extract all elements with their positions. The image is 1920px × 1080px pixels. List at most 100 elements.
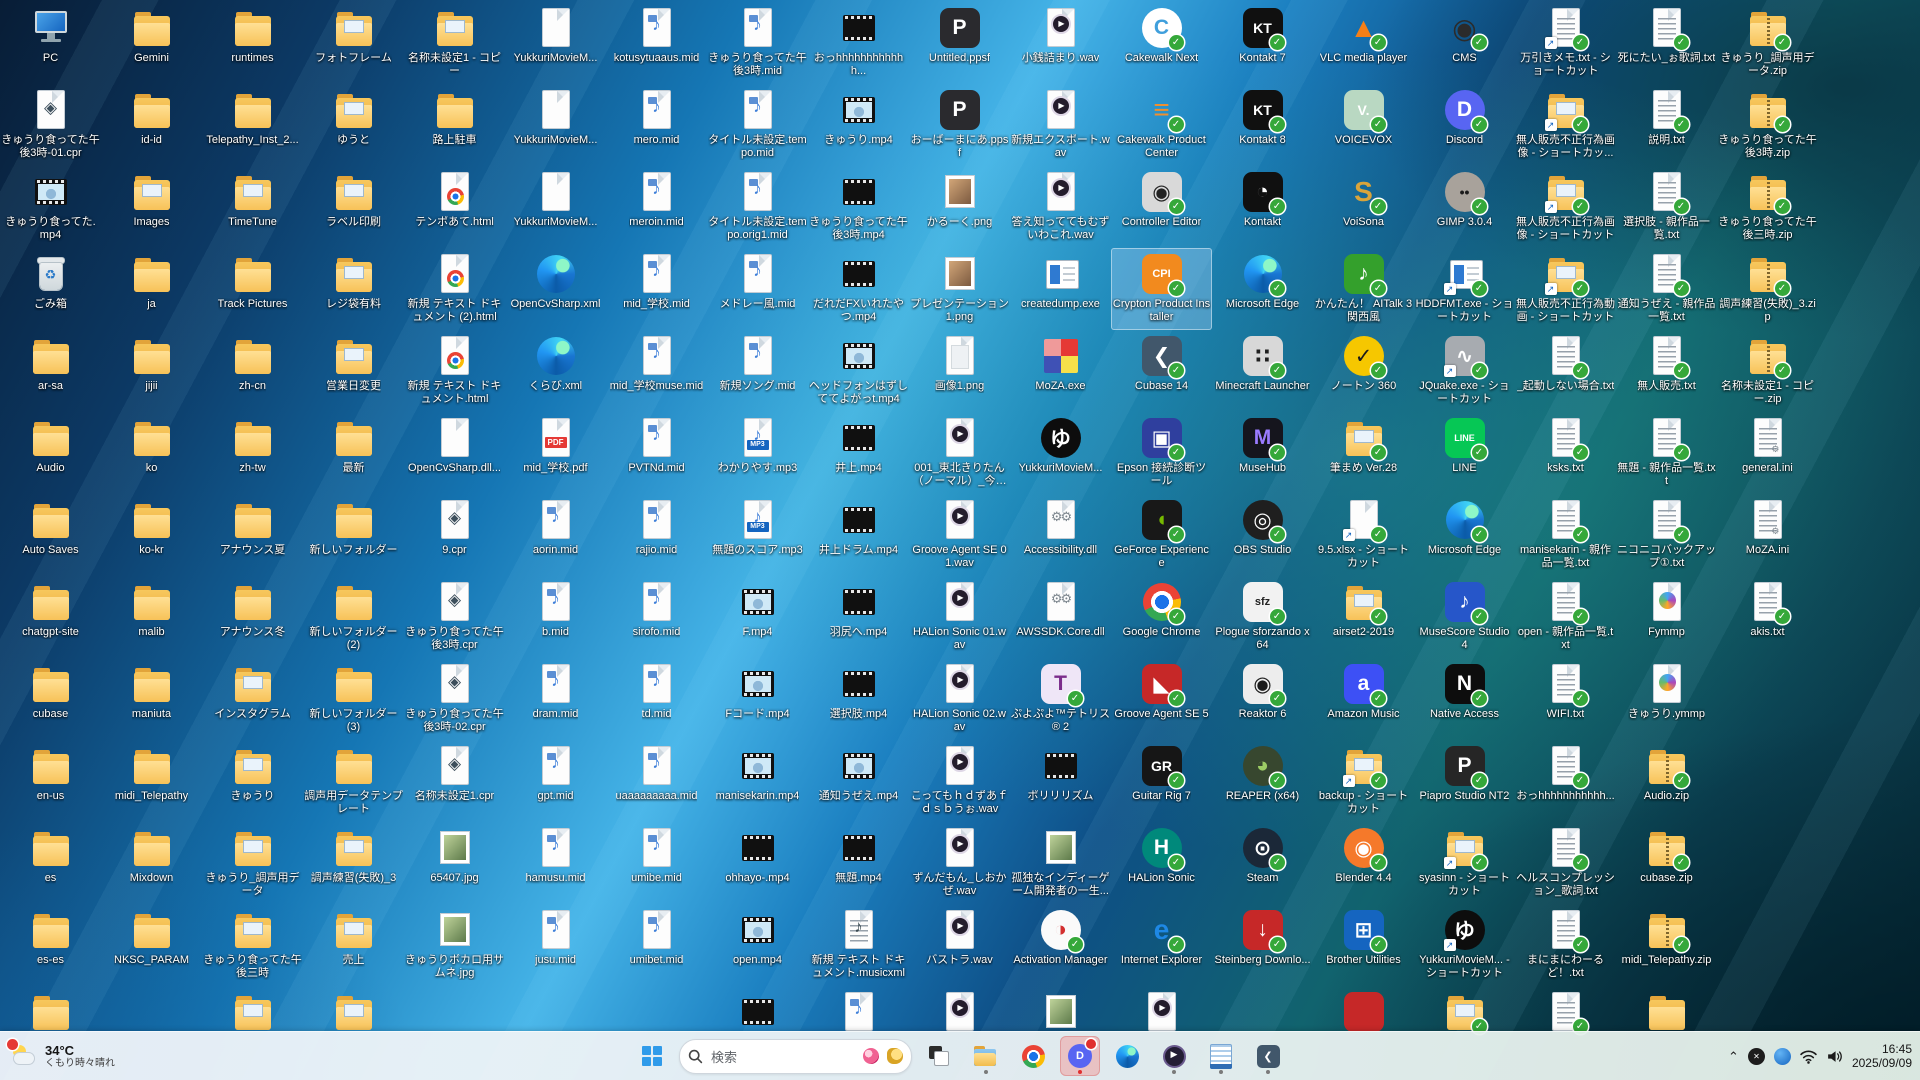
desktop-icon[interactable]: ✓ヘルスコンプレッション_歌詞.txt <box>1515 822 1616 904</box>
desktop-icon[interactable]: ▶バストラ.wav <box>909 904 1010 986</box>
desktop-icon[interactable]: runtimes <box>202 2 303 84</box>
desktop-icon[interactable]: ✓manisekarin - 親作品一覧.txt <box>1515 494 1616 576</box>
desktop-icon[interactable]: Pおーばーまにあ.ppsf <box>909 84 1010 166</box>
desktop-icon[interactable]: ∷✓Minecraft Launcher <box>1212 330 1313 412</box>
desktop-icon[interactable]: CPI✓Crypton Product Installer <box>1111 248 1212 330</box>
desktop-icon[interactable]: ♪kotusytuaaus.mid <box>606 2 707 84</box>
volume-icon[interactable] <box>1826 1049 1843 1064</box>
desktop-icon[interactable]: midi_Telepathy <box>101 740 202 822</box>
desktop-icon[interactable]: 無題.mp4 <box>808 822 909 904</box>
desktop-icon[interactable]: ♪meroin.mid <box>606 166 707 248</box>
desktop-icon[interactable]: ↓✓Steinberg Downlo... <box>1212 904 1313 986</box>
desktop-icon[interactable]: ♪きゅうり食ってた午後3時.mid <box>707 2 808 84</box>
desktop-icon[interactable]: ⚙MoZA.ini <box>1717 494 1818 576</box>
desktop-icon[interactable]: 新しいフォルダー <box>303 494 404 576</box>
desktop-icon[interactable]: きゅうり.ymmp <box>1616 658 1717 740</box>
desktop-icon[interactable]: ♪PVTNd.mid <box>606 412 707 494</box>
desktop-icon[interactable]: ポリリリズム <box>1010 740 1111 822</box>
desktop-icon[interactable]: ♪dram.mid <box>505 658 606 740</box>
desktop-icon[interactable]: ◈名称未設定1.cpr <box>404 740 505 822</box>
desktop-icon[interactable]: ohhayo-.mp4 <box>707 822 808 904</box>
desktop-icon[interactable]: きゅうりボカロ用サムネ.jpg <box>404 904 505 986</box>
desktop-icon[interactable]: ✓まにまにわーるど！.txt <box>1515 904 1616 986</box>
taskbar-app-notepad[interactable] <box>1201 1036 1241 1076</box>
desktop-icon[interactable]: OpenCvSharp.dll... <box>404 412 505 494</box>
desktop-icon[interactable]: ✓おっhhhhhhhhhhh... <box>1515 740 1616 822</box>
desktop-icon[interactable]: ✓Audio.zip <box>1616 740 1717 822</box>
desktop-icon[interactable]: PC <box>0 2 101 84</box>
desktop-icon[interactable]: H✓HALion Sonic <box>1111 822 1212 904</box>
desktop-icon[interactable]: ✓↗backup - ショートカット <box>1313 740 1414 822</box>
desktop-icon[interactable]: ✓死にたい_ぉ歌詞.txt <box>1616 2 1717 84</box>
desktop-icon[interactable]: きゅうり食ってた午後三時 <box>202 904 303 986</box>
desktop-icon[interactable]: N✓Native Access <box>1414 658 1515 740</box>
desktop-icon[interactable]: M✓MuseHub <box>1212 412 1313 494</box>
desktop-icon[interactable]: ⚙⚙AWSSDK.Core.dll <box>1010 576 1111 658</box>
desktop-icon[interactable]: ♪タイトル未設定.tempo.mid <box>707 84 808 166</box>
desktop-icon[interactable]: ◉✓Controller Editor <box>1111 166 1212 248</box>
desktop-icon[interactable]: malib <box>101 576 202 658</box>
desktop-icon[interactable]: ♪sirofo.mid <box>606 576 707 658</box>
desktop-icon[interactable]: YukkuriMovieM... <box>505 2 606 84</box>
desktop-icon[interactable]: Track Pictures <box>202 248 303 330</box>
clock[interactable]: 16:45 2025/09/09 <box>1852 1042 1912 1070</box>
desktop-icon[interactable]: きゅうり.mp4 <box>808 84 909 166</box>
taskbar-app-cubase[interactable]: ❮ <box>1248 1036 1288 1076</box>
desktop-icon[interactable]: C✓Cakewalk Next <box>1111 2 1212 84</box>
desktop-icon[interactable]: 最新 <box>303 412 404 494</box>
desktop-icon[interactable]: ♪hamusu.mid <box>505 822 606 904</box>
desktop-icon[interactable]: ≡✓Cakewalk Product Center <box>1111 84 1212 166</box>
desktop-icon[interactable]: ▲✓VLC media player <box>1313 2 1414 84</box>
desktop-icon[interactable]: Gemini <box>101 2 202 84</box>
desktop-icon[interactable]: OpenCvSharp.xml <box>505 248 606 330</box>
desktop-icon[interactable]: manisekarin.mp4 <box>707 740 808 822</box>
desktop-icon[interactable]: maniuta <box>101 658 202 740</box>
desktop-icon[interactable]: Images <box>101 166 202 248</box>
wifi-icon[interactable] <box>1800 1049 1817 1064</box>
desktop-icon[interactable]: ラベル印刷 <box>303 166 404 248</box>
desktop-icon[interactable]: ◖✓GeForce Experience <box>1111 494 1212 576</box>
search-input[interactable]: 検索 <box>679 1039 912 1074</box>
desktop-icon[interactable]: chatgpt-site <box>0 576 101 658</box>
desktop-icon[interactable]: ✓↗万引きメモ.txt - ショートカット <box>1515 2 1616 84</box>
desktop-icon[interactable]: NKSC_PARAM <box>101 904 202 986</box>
desktop-icon[interactable]: ⚙general.ini <box>1717 412 1818 494</box>
desktop-icon[interactable]: ◈きゅうり食ってた午後3時-01.cpr <box>0 84 101 166</box>
desktop-icon[interactable]: ✓✓ノートン 360 <box>1313 330 1414 412</box>
desktop-icon[interactable]: ✓↗無人販売不正行為動画 - ショートカット <box>1515 248 1616 330</box>
desktop-icon[interactable]: createdump.exe <box>1010 248 1111 330</box>
tray-app-icon-blue[interactable] <box>1774 1048 1791 1065</box>
desktop-icon[interactable]: ♪uaaaaaaaaa.mid <box>606 740 707 822</box>
desktop-icon[interactable]: 売上 <box>303 904 404 986</box>
desktop-icon[interactable]: ♪gpt.mid <box>505 740 606 822</box>
desktop-icon[interactable]: ♪新規 テキスト ドキュメント.musicxml <box>808 904 909 986</box>
desktop-icon[interactable]: S✓VoiSona <box>1313 166 1414 248</box>
desktop-icon[interactable]: ✓akis.txt <box>1717 576 1818 658</box>
desktop-icon[interactable]: ✓きゅうり食ってた午後三時.zip <box>1717 166 1818 248</box>
desktop-icon[interactable]: ▶HALion Sonic 02.wav <box>909 658 1010 740</box>
desktop-icon[interactable]: ◉✓Reaktor 6 <box>1212 658 1313 740</box>
desktop-icon[interactable]: ✓↗無人販売不正行為画像 - ショートカット <box>1515 166 1616 248</box>
desktop-icon[interactable]: アナウンス冬 <box>202 576 303 658</box>
desktop-icon[interactable]: ♪mid_学校.mid <box>606 248 707 330</box>
taskbar-app-discord[interactable]: D <box>1060 1036 1100 1076</box>
desktop-icon[interactable]: 65407.jpg <box>404 822 505 904</box>
desktop-icon[interactable]: 名称未設定1 - コピー <box>404 2 505 84</box>
desktop-icon[interactable]: ♪umibet.mid <box>606 904 707 986</box>
desktop-icon[interactable]: ar-sa <box>0 330 101 412</box>
desktop-icon[interactable]: ✓open - 親作品一覧.txt <box>1515 576 1616 658</box>
desktop-icon[interactable]: Audio <box>0 412 101 494</box>
desktop-icon[interactable]: 通知うぜえ.mp4 <box>808 740 909 822</box>
desktop-icon[interactable]: 井上.mp4 <box>808 412 909 494</box>
desktop-icon[interactable]: Fymmp <box>1616 576 1717 658</box>
desktop-icon[interactable]: 新しいフォルダー (2) <box>303 576 404 658</box>
desktop-icon[interactable]: 路上駐車 <box>404 84 505 166</box>
desktop-icon[interactable]: ♪メドレー風.mid <box>707 248 808 330</box>
desktop-icon[interactable]: zh-tw <box>202 412 303 494</box>
start-button[interactable] <box>632 1036 672 1076</box>
desktop-icon[interactable]: フォトフレーム <box>303 2 404 84</box>
desktop-icon[interactable]: 調声練習(失敗)_3 <box>303 822 404 904</box>
desktop-icon[interactable]: ▶答え知っててもむずいわこれ.wav <box>1010 166 1111 248</box>
desktop-icon[interactable]: ✓調声練習(失敗)_3.zip <box>1717 248 1818 330</box>
desktop-icon[interactable]: es <box>0 822 101 904</box>
